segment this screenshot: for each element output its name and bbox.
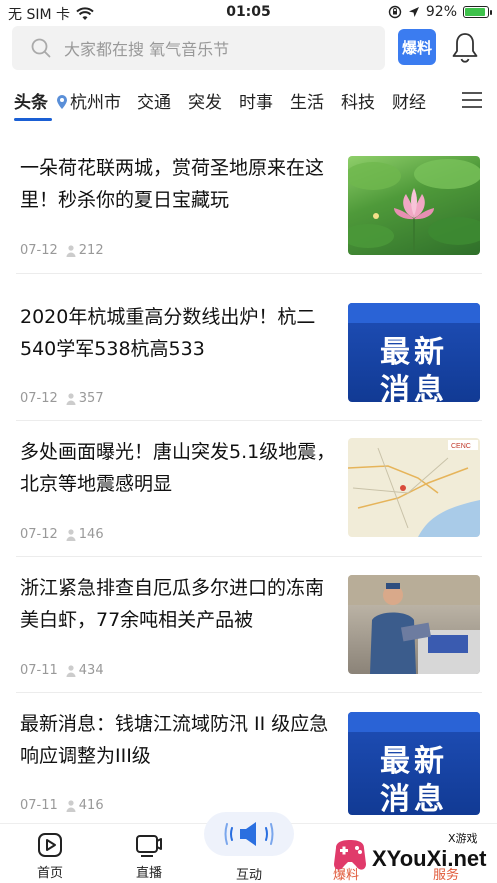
tab-shenghuo[interactable]: 生活 [290,88,324,113]
article-meta: 07-12 146 [20,527,104,542]
battery-icon [463,6,492,18]
article-title: 浙江紧急排查自厄瓜多尔进口的冻南美白虾，77余吨相关产品被 [20,577,325,631]
article-thumbnail-news: 最新 消息 [348,712,480,815]
divider [16,692,482,693]
watermark-small: X游戏 [448,832,478,845]
tab-hangzhou[interactable]: 杭州市 [56,88,121,113]
thumb-text-line2: 消息 [380,373,448,402]
article-date: 07-11 [20,798,58,813]
article-item[interactable]: 浙江紧急排查自厄瓜多尔进口的冻南美白虾，77余吨相关产品被 07-11 434 [0,572,497,708]
person-icon [66,664,76,677]
thumb-banner [348,712,480,732]
article-date: 07-11 [20,663,58,678]
orientation-lock-icon [388,5,402,19]
xyouxi-watermark: XYouXi.net X游戏 [330,830,490,880]
cenc-logo-text: CENC [451,443,471,450]
article-meta: 07-11 434 [20,663,104,678]
article-views: 212 [78,243,104,258]
inspection-photo [348,575,480,674]
megaphone-icon [224,822,274,846]
article-date: 07-12 [20,391,58,406]
lotus-image [348,159,480,255]
article-views: 416 [78,798,104,813]
tab-shishi[interactable]: 时事 [239,88,273,113]
article-title: 一朵荷花联两城，赏荷圣地原来在这里！秒杀你的夏日宝藏玩 [20,157,325,211]
tab-caijing[interactable]: 财经 [392,88,426,113]
battery-fill [465,8,486,16]
search-icon [31,38,51,58]
nav-live[interactable]: 直播 [119,832,179,881]
article-item[interactable]: 2020年杭城重高分数线出炉！杭二540学军538杭高533 07-12 357… [0,301,497,437]
location-arrow-icon [408,7,419,17]
active-tab-indicator [14,118,52,121]
thumb-banner [348,303,480,323]
article-title: 多处画面曝光！唐山突发5.1级地震，北京等地震感明显 [20,441,336,495]
article-item[interactable]: 一朵荷花联两城，赏荷圣地原来在这里！秒杀你的夏日宝藏玩 07-12 212 [0,152,497,288]
article-title: 2020年杭城重高分数线出炉！杭二540学军538杭高533 [20,306,316,360]
baoliao-button[interactable]: 爆料 [398,29,436,65]
map-image: CENC [348,440,480,537]
article-views: 146 [78,527,104,542]
category-tabs: 头条 杭州市 交通 突发 时事 生活 科技 财经 [0,84,497,124]
menu-icon[interactable] [462,90,482,110]
divider [16,556,482,557]
article-thumbnail-news: 最新 消息 [348,303,480,402]
article-title: 最新消息：钱塘江流域防汛 II 级应急响应调整为III级 [20,713,329,767]
article-date: 07-12 [20,243,58,258]
article-item[interactable]: 多处画面曝光！唐山突发5.1级地震，北京等地震感明显 07-12 146 CEN… [0,436,497,572]
article-meta: 07-11 416 [20,798,104,813]
article-thumbnail-lotus [348,156,480,255]
watermark-brand: XYouXi.net [372,846,487,871]
divider [16,273,482,274]
status-bar: 无 SIM 卡 01:05 92% [0,0,497,26]
nav-interact-label-wrap[interactable]: 互动 [219,864,279,883]
person-icon [66,799,76,812]
article-date: 07-12 [20,527,58,542]
article-thumbnail-map: CENC [348,438,480,537]
tab-toutiao[interactable]: 头条 [14,88,48,113]
person-icon [66,244,76,257]
nav-interact-label: 互动 [235,868,262,883]
gamepad-logo [334,840,366,870]
article-thumbnail-photo [348,575,480,674]
battery-percent: 92% [425,4,457,20]
article-views: 357 [78,391,104,406]
nav-home-label: 首页 [36,866,63,881]
thumb-text-line2: 消息 [380,782,448,815]
search-bar[interactable]: 大家都在搜 氧气音乐节 [12,26,385,70]
live-icon [136,835,162,857]
interact-button[interactable] [204,812,294,856]
play-icon [38,833,62,857]
person-icon [66,528,76,541]
person-icon [66,392,76,405]
divider [16,420,482,421]
search-placeholder: 大家都在搜 氧气音乐节 [64,40,230,59]
tab-keji[interactable]: 科技 [341,88,375,113]
article-views: 434 [78,663,104,678]
nav-live-label: 直播 [135,866,162,881]
bell-icon[interactable] [450,31,480,63]
article-meta: 07-12 357 [20,391,104,406]
tab-hangzhou-label: 杭州市 [70,93,121,113]
nav-home[interactable]: 首页 [20,832,80,881]
tab-tufa[interactable]: 突发 [188,88,222,113]
tab-jiaotong[interactable]: 交通 [137,88,171,113]
article-meta: 07-12 212 [20,243,104,258]
location-pin-icon [57,95,67,109]
